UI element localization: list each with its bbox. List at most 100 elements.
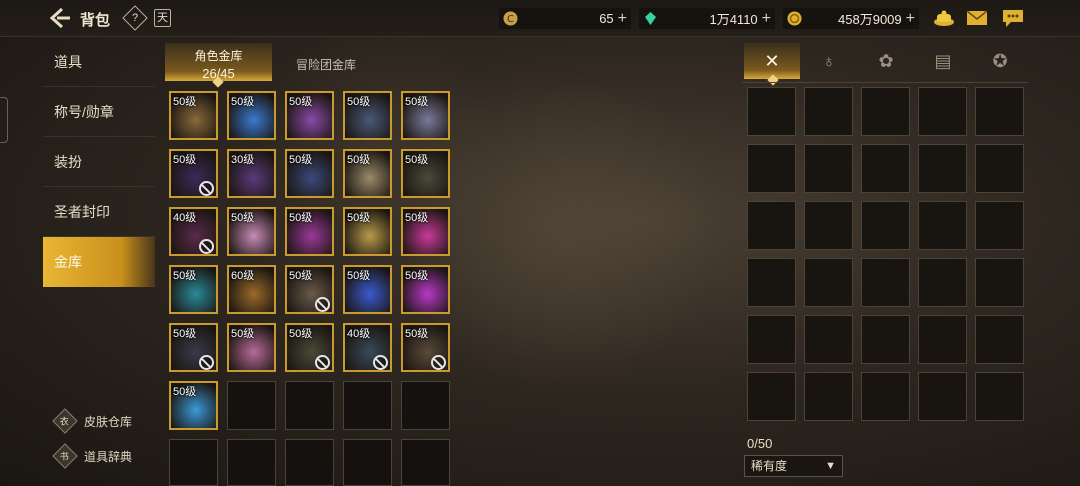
vault-item-slot[interactable]: 50级	[401, 91, 450, 140]
empty-slot[interactable]	[861, 144, 910, 193]
calendar-icon[interactable]: 天	[154, 9, 171, 27]
empty-slot[interactable]	[401, 381, 450, 430]
empty-slot[interactable]	[343, 439, 392, 486]
empty-slot[interactable]	[747, 258, 796, 307]
sort-dropdown[interactable]: 稀有度 ▼	[744, 455, 843, 477]
vault-item-slot[interactable]: 50级	[401, 207, 450, 256]
empty-slot[interactable]	[861, 315, 910, 364]
tab-card[interactable]: ▤	[915, 43, 971, 79]
tab-material[interactable]: ✿	[858, 43, 914, 79]
item-level: 50级	[289, 212, 313, 224]
empty-slot[interactable]	[975, 201, 1024, 250]
empty-slot[interactable]	[285, 439, 334, 486]
book-icon: 书	[52, 443, 78, 469]
empty-slot[interactable]	[227, 439, 276, 486]
empty-slot[interactable]	[804, 258, 853, 307]
vault-item-slot[interactable]: 50级	[227, 323, 276, 372]
empty-slot[interactable]	[861, 87, 910, 136]
empty-slot[interactable]	[918, 372, 967, 421]
add-coin-button[interactable]: +	[618, 10, 627, 28]
empty-slot[interactable]	[343, 381, 392, 430]
empty-slot[interactable]	[861, 372, 910, 421]
empty-slot[interactable]	[401, 439, 450, 486]
vault-item-slot[interactable]: 50级	[169, 91, 218, 140]
add-gem-button[interactable]: +	[762, 10, 771, 28]
nav-item-titles-medals[interactable]: 称号/勋章	[43, 87, 155, 137]
vault-item-slot[interactable]: 50级	[343, 149, 392, 198]
vault-item-slot[interactable]: 50级	[401, 265, 450, 314]
empty-slot[interactable]	[918, 315, 967, 364]
vault-item-slot[interactable]: 50级	[343, 265, 392, 314]
skin-storage-label: 皮肤仓库	[84, 414, 133, 429]
empty-slot[interactable]	[975, 372, 1024, 421]
mail-icon[interactable]	[965, 8, 989, 28]
vault-item-slot[interactable]: 50级	[169, 323, 218, 372]
empty-slot[interactable]	[975, 315, 1024, 364]
empty-slot[interactable]	[804, 372, 853, 421]
skin-storage-link[interactable]: 衣 皮肤仓库	[52, 408, 133, 434]
vault-item-slot[interactable]: 40级	[343, 323, 392, 372]
vault-item-slot[interactable]: 50级	[343, 91, 392, 140]
empty-slot[interactable]	[747, 201, 796, 250]
item-level: 50级	[405, 270, 429, 282]
empty-slot[interactable]	[975, 258, 1024, 307]
empty-slot[interactable]	[918, 258, 967, 307]
empty-slot[interactable]	[747, 372, 796, 421]
empty-slot[interactable]	[169, 439, 218, 486]
nav-item-vault[interactable]: 金库	[43, 237, 155, 287]
chat-icon[interactable]	[1001, 8, 1025, 28]
nav-item-items[interactable]: 道具	[43, 37, 155, 87]
vault-item-slot[interactable]: 50级	[169, 381, 218, 430]
back-arrow-icon[interactable]	[48, 7, 72, 29]
item-level: 50级	[231, 212, 255, 224]
empty-slot[interactable]	[804, 315, 853, 364]
vault-item-slot[interactable]: 60级	[227, 265, 276, 314]
vault-item-slot[interactable]: 40级	[169, 207, 218, 256]
empty-slot[interactable]	[975, 144, 1024, 193]
empty-slot[interactable]	[747, 87, 796, 136]
vault-item-slot[interactable]: 50级	[401, 149, 450, 198]
vault-item-slot[interactable]: 50级	[227, 207, 276, 256]
vault-item-slot[interactable]: 50级	[285, 265, 334, 314]
add-gold-button[interactable]: +	[906, 10, 915, 28]
tab-potion[interactable]: ♁	[801, 43, 857, 79]
vault-item-slot[interactable]: 50级	[169, 149, 218, 198]
trade-locked-icon	[315, 297, 330, 312]
empty-slot[interactable]	[861, 258, 910, 307]
shop-icon[interactable]	[932, 8, 956, 28]
vault-item-slot[interactable]: 50级	[401, 323, 450, 372]
vault-item-slot[interactable]: 50级	[227, 91, 276, 140]
help-button[interactable]: ?	[122, 5, 148, 31]
tab-star[interactable]: ✪	[972, 43, 1028, 79]
empty-slot[interactable]	[227, 381, 276, 430]
empty-slot[interactable]	[285, 381, 334, 430]
empty-slot[interactable]	[918, 201, 967, 250]
empty-slot[interactable]	[804, 201, 853, 250]
vault-item-slot[interactable]: 50级	[285, 207, 334, 256]
nav-item-saint-seal[interactable]: 圣者封印	[43, 187, 155, 237]
vault-item-slot[interactable]: 50级	[169, 265, 218, 314]
vault-item-slot[interactable]: 50级	[285, 149, 334, 198]
item-dictionary-link[interactable]: 书 道具辞典	[52, 443, 132, 469]
vault-item-slot[interactable]: 50级	[285, 323, 334, 372]
vault-item-slot[interactable]: 50级	[343, 207, 392, 256]
empty-slot[interactable]	[918, 144, 967, 193]
empty-slot[interactable]	[861, 201, 910, 250]
empty-slot[interactable]	[975, 87, 1024, 136]
side-drawer-handle[interactable]	[0, 97, 8, 143]
nav-item-costume[interactable]: 装扮	[43, 137, 155, 187]
empty-slot[interactable]	[747, 315, 796, 364]
tab-adventure-vault[interactable]: 冒险团金库	[296, 56, 356, 73]
star-icon: ✪	[992, 50, 1008, 71]
vault-item-slot[interactable]: 50级	[285, 91, 334, 140]
tab-armor[interactable]: ✕	[744, 43, 800, 86]
vault-item-slot[interactable]: 30级	[227, 149, 276, 198]
empty-slot[interactable]	[747, 144, 796, 193]
tab-character-vault[interactable]: 角色金库 26/45	[165, 43, 272, 88]
item-level: 50级	[347, 96, 371, 108]
material-icon: ✿	[878, 50, 894, 71]
empty-slot[interactable]	[918, 87, 967, 136]
empty-slot[interactable]	[804, 144, 853, 193]
empty-slot[interactable]	[804, 87, 853, 136]
item-level: 50级	[347, 270, 371, 282]
